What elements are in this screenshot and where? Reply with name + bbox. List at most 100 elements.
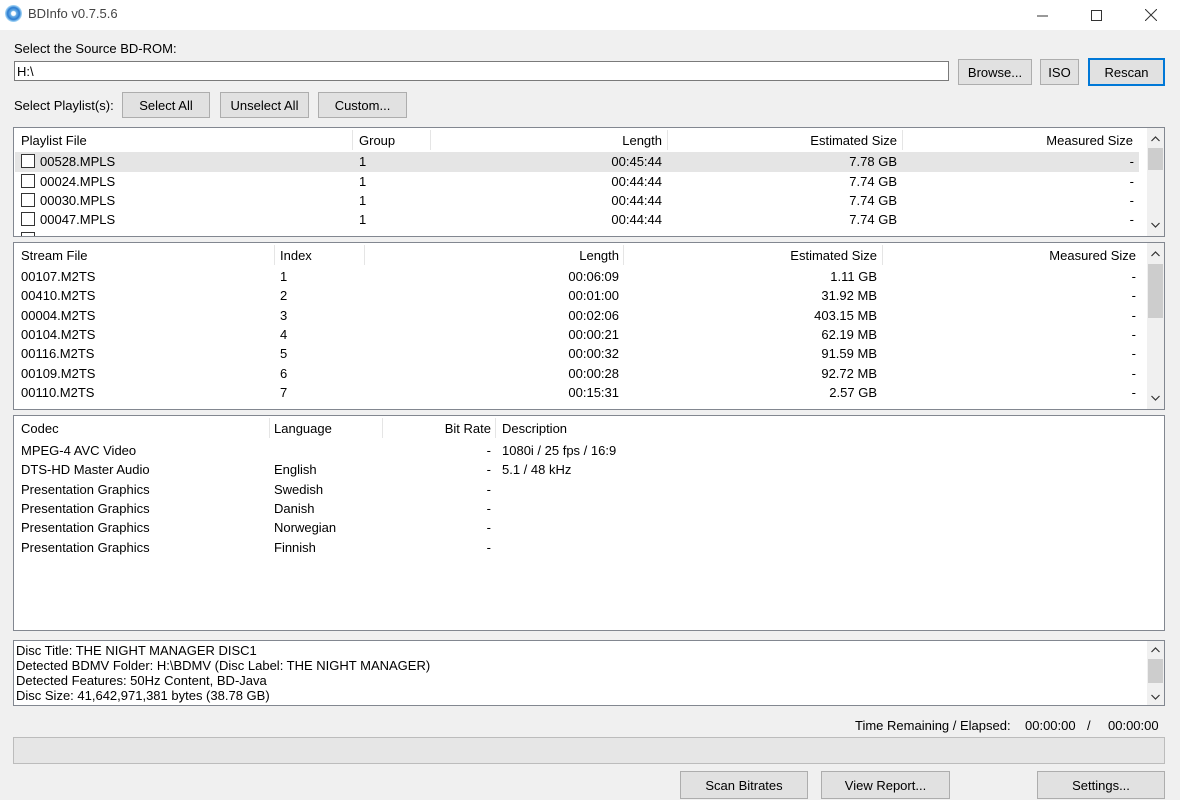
column-length[interactable]: Length (434, 128, 662, 152)
stream-index: 3 (280, 308, 288, 323)
column-language[interactable]: Language (274, 416, 382, 440)
column-measured-size[interactable]: Measured Size (906, 128, 1133, 152)
maximize-button[interactable] (1073, 0, 1119, 30)
column-playlist-file[interactable]: Playlist File (21, 128, 361, 152)
stream-file: 00116.M2TS (21, 346, 95, 361)
stream-measured-size: - (1131, 366, 1136, 381)
codec-bit-rate: - (486, 520, 491, 535)
playlist-estimated-size: 7.78 GB (849, 154, 897, 169)
scroll-up-arrow[interactable] (1147, 245, 1164, 262)
playlist-checkbox[interactable] (21, 232, 35, 236)
codec-language: English (274, 462, 317, 477)
column-divider (430, 130, 431, 150)
column-measured-size[interactable]: Measured Size (886, 243, 1136, 267)
stream-index: 1 (280, 269, 288, 284)
playlist-checkbox[interactable] (21, 212, 35, 226)
playlist-checkbox[interactable] (21, 174, 35, 188)
column-estimated-size[interactable]: Estimated Size (671, 128, 897, 152)
info-scrollbar[interactable] (1147, 641, 1164, 705)
source-label: Select the Source BD-ROM: (14, 41, 177, 56)
codec-language: Swedish (274, 482, 324, 497)
column-estimated-size[interactable]: Estimated Size (627, 243, 877, 267)
bdmv-folder-line: Detected BDMV Folder: H:\BDMV (Disc Labe… (16, 658, 431, 673)
stream-file: 00410.M2TS (21, 288, 96, 303)
time-elapsed-value: 00:00:00 (1108, 718, 1159, 733)
stream-estimated-size: 2.57 GB (829, 385, 877, 400)
chevron-down-icon (1151, 222, 1160, 228)
column-divider (382, 418, 383, 438)
close-button[interactable] (1128, 0, 1174, 30)
playlist-checkbox[interactable] (21, 193, 35, 207)
scroll-thumb[interactable] (1148, 659, 1163, 683)
minimize-button[interactable] (1019, 0, 1065, 30)
column-length[interactable]: Length (368, 243, 619, 267)
column-bit-rate[interactable]: Bit Rate (386, 416, 491, 440)
stream-measured-size: - (1131, 327, 1136, 342)
browse-button[interactable]: Browse... (958, 59, 1032, 85)
codec-name: MPEG-4 AVC Video (21, 443, 137, 458)
chevron-down-icon (1151, 395, 1160, 401)
scroll-up-arrow[interactable] (1147, 130, 1164, 147)
scroll-down-arrow[interactable] (1147, 216, 1164, 233)
playlist-list[interactable]: Playlist File Group Length Estimated Siz… (13, 127, 1165, 237)
title-bar: BDInfo v0.7.5.6 (0, 0, 1180, 30)
view-report-button[interactable]: View Report... (821, 771, 950, 799)
playlist-length: 00:44:44 (611, 212, 662, 227)
column-divider (623, 245, 624, 265)
stream-file: 00109.M2TS (21, 366, 96, 381)
codec-name: Presentation Graphics (21, 501, 150, 516)
time-remaining-value: 00:00:00 (1025, 718, 1076, 733)
scroll-thumb[interactable] (1148, 148, 1163, 170)
scan-bitrates-button[interactable]: Scan Bitrates (680, 771, 808, 799)
stream-list[interactable]: Stream File Index Length Estimated Size … (13, 242, 1165, 410)
column-stream-file[interactable]: Stream File (21, 243, 276, 267)
playlist-group: 1 (359, 174, 367, 189)
stream-scrollbar[interactable] (1147, 243, 1164, 409)
codec-bit-rate: - (486, 443, 491, 458)
column-index[interactable]: Index (280, 243, 360, 267)
playlist-estimated-size: 7.74 GB (849, 174, 897, 189)
column-divider (882, 245, 883, 265)
rescan-button[interactable]: Rescan (1088, 58, 1165, 86)
playlist-measured-size: - (1129, 212, 1134, 227)
stream-file: 00104.M2TS (21, 327, 96, 342)
column-divider (274, 245, 275, 265)
stream-index: 7 (280, 385, 288, 400)
column-codec[interactable]: Codec (21, 416, 271, 440)
custom-button[interactable]: Custom... (318, 92, 407, 118)
codec-bit-rate: - (486, 462, 491, 477)
codec-description: 1080i / 25 fps / 16:9 (502, 443, 617, 458)
column-description[interactable]: Description (502, 416, 802, 440)
codec-list[interactable]: Codec Language Bit Rate Description MPEG… (13, 415, 1165, 631)
playlist-checkbox[interactable] (21, 154, 35, 168)
codec-language: Norwegian (274, 520, 337, 535)
scroll-down-arrow[interactable] (1147, 688, 1164, 705)
disc-info-textarea[interactable]: Disc Title: THE NIGHT MANAGER DISC1 Dete… (13, 640, 1165, 706)
stream-measured-size: - (1131, 385, 1136, 400)
time-remaining-label: Time Remaining / Elapsed: (855, 718, 1011, 733)
codec-bit-rate: - (486, 540, 491, 555)
column-divider (269, 418, 270, 438)
column-group[interactable]: Group (359, 128, 429, 152)
playlist-scrollbar[interactable] (1147, 128, 1164, 236)
scroll-down-arrow[interactable] (1147, 389, 1164, 406)
playlist-length: 00:45:44 (611, 154, 662, 169)
codec-name: DTS-HD Master Audio (21, 462, 150, 477)
settings-button[interactable]: Settings... (1037, 771, 1165, 799)
source-path-input[interactable]: H:\ (14, 61, 949, 81)
stream-index: 2 (280, 288, 288, 303)
minimize-icon (1036, 15, 1048, 16)
unselect-all-button[interactable]: Unselect All (220, 92, 309, 118)
scroll-up-arrow[interactable] (1147, 641, 1164, 658)
chevron-down-icon (1151, 694, 1160, 700)
select-all-button[interactable]: Select All (122, 92, 210, 118)
scroll-thumb[interactable] (1148, 264, 1163, 318)
codec-name: Presentation Graphics (21, 540, 150, 555)
source-path-value: H:\ (17, 64, 34, 79)
chevron-up-icon (1151, 250, 1160, 256)
iso-button[interactable]: ISO (1040, 59, 1079, 85)
stream-file: 00107.M2TS (21, 269, 96, 284)
time-separator: / (1087, 718, 1091, 733)
playlist-file: 00024.MPLS (40, 174, 116, 189)
playlist-estimated-size: 7.74 GB (849, 193, 897, 208)
